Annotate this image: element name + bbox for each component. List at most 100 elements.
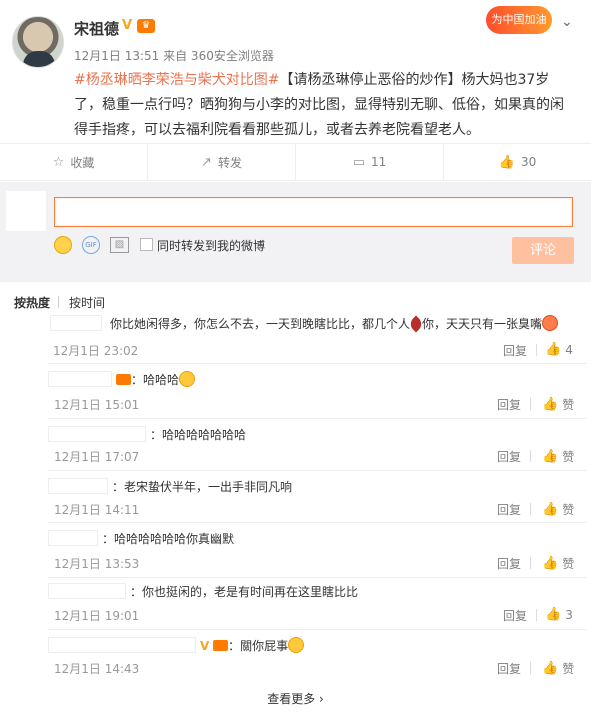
comment-like-count: 赞 <box>562 398 575 412</box>
sort-by-time[interactable]: 按时间 <box>69 294 113 311</box>
comment-like-button[interactable]: 👍 赞 <box>542 555 574 572</box>
comment-text: ：哈哈哈 <box>116 371 196 389</box>
commenter-name[interactable] <box>48 478 108 494</box>
comment-time: 12月1日 14:43 <box>54 662 140 676</box>
comment-time: 12月1日 15:01 <box>54 398 140 412</box>
reply-button[interactable]: 回复 <box>497 501 521 518</box>
commenter-name[interactable] <box>50 315 102 331</box>
comment-input[interactable] <box>54 197 573 227</box>
repost-icon: ↗ <box>201 154 212 170</box>
divider <box>48 470 587 471</box>
post-text: #杨丞琳晒李荣浩与柴犬对比图#【请杨丞琳停止恶俗的炒作】杨大妈也37岁了，稳重一… <box>74 68 574 143</box>
comment-like-button[interactable]: 👍 赞 <box>542 448 574 465</box>
divider <box>530 662 531 674</box>
topic-link[interactable]: #杨丞琳晒李荣浩与柴犬对比图# <box>74 72 279 88</box>
divider <box>48 418 587 419</box>
favorite-label: 收藏 <box>70 155 95 170</box>
repost-button[interactable]: ↗ 转发 <box>148 144 296 180</box>
comment-like-count: 赞 <box>562 450 575 464</box>
thumbs-up-icon: 👍 <box>542 556 559 571</box>
comment-like-count: 3 <box>565 607 573 622</box>
divider <box>48 629 587 630</box>
commenter-name[interactable] <box>48 637 196 653</box>
comment-text-part: 你比她闲得多，你怎么不去，一天到晚瞎比比，都几个人 <box>110 317 411 331</box>
comment-like-button[interactable]: 👍 4 <box>545 342 573 357</box>
see-more-link[interactable]: 查看更多 › <box>0 690 591 707</box>
reply-button[interactable]: 回复 <box>503 342 527 359</box>
divider <box>536 609 537 621</box>
forward-checkbox[interactable] <box>140 238 153 251</box>
thumbs-up-icon: 👍 <box>542 397 559 412</box>
thumbs-up-icon: 👍 <box>542 449 559 464</box>
favorite-button[interactable]: ☆ 收藏 <box>0 144 148 180</box>
comment-button[interactable]: ▭ 11 <box>296 144 444 180</box>
thumbs-up-icon: 👍 <box>545 342 562 357</box>
author-avatar[interactable] <box>12 16 64 68</box>
sort-divider <box>58 296 60 308</box>
comment-text: V ：關你屁事 <box>200 637 305 655</box>
post-meta: 12月1日 13:51 来自 360安全浏览器 <box>74 49 274 63</box>
comment-time: 12月1日 14:11 <box>54 503 140 517</box>
vip-crown-icon <box>213 640 229 651</box>
comment-item: ：你也挺闲的，老是有时间再在这里瞎比比 12月1日 19:01 回复 👍 3 <box>48 583 587 633</box>
chevron-down-icon[interactable]: ⌄ <box>561 14 573 30</box>
comment-text-part: ：哈哈哈 <box>131 373 180 387</box>
comment-like-button[interactable]: 👍 3 <box>545 607 573 622</box>
commenter-name[interactable] <box>48 583 126 599</box>
star-icon: ☆ <box>52 154 65 170</box>
weibo-post: 宋祖德 V ♛ 12月1日 13:51 来自 360安全浏览器 为中国加油 ⌄ … <box>0 0 591 142</box>
comment-item: ：老宋蛰伏半年，一出手非同凡响 12月1日 14:11 回复 👍 赞 <box>48 478 587 528</box>
comment-item: ：哈哈哈 12月1日 15:01 回复 👍 赞 <box>48 371 587 421</box>
divider <box>530 503 531 515</box>
divider <box>530 557 531 569</box>
emoji-icon[interactable] <box>54 236 72 254</box>
thumbs-up-icon: 👍 <box>542 661 559 676</box>
thumbs-up-icon: 👍 <box>545 607 562 622</box>
gif-icon[interactable]: GIF <box>82 236 100 254</box>
my-avatar <box>6 191 46 231</box>
verified-v-icon: V <box>200 639 210 653</box>
author-name[interactable]: 宋祖德 <box>74 18 119 39</box>
comment-like-count: 赞 <box>562 557 575 571</box>
promo-badge[interactable]: 为中国加油 <box>486 6 552 34</box>
thumbs-up-icon: 👍 <box>498 154 515 170</box>
like-count: 30 <box>520 155 537 169</box>
comment-like-count: 赞 <box>562 662 575 676</box>
comment-like-button[interactable]: 👍 赞 <box>542 501 574 518</box>
commenter-name[interactable] <box>48 426 146 442</box>
forward-label: 同时转发到我的微博 <box>157 239 266 253</box>
vip-crown-icon <box>116 374 131 385</box>
comment-icon: ▭ <box>352 154 365 170</box>
reply-button[interactable]: 回复 <box>503 607 527 624</box>
commenter-name[interactable] <box>48 371 112 387</box>
comment-count: 11 <box>371 155 387 169</box>
comment-item: 你比她闲得多，你怎么不去，一天到晚瞎比比，都几个人 你，天天只有一张臭嘴 12月1… <box>12 315 587 365</box>
comment-like-count: 4 <box>565 342 573 357</box>
reply-button[interactable]: 回复 <box>497 396 521 413</box>
sort-by-hot[interactable]: 按热度 <box>14 294 58 311</box>
like-button[interactable]: 👍 30 <box>444 144 591 180</box>
image-icon[interactable]: ▨ <box>110 237 129 253</box>
comment-like-button[interactable]: 👍 赞 <box>542 396 574 413</box>
laughing-emoji-icon <box>179 371 196 387</box>
reply-button[interactable]: 回复 <box>497 660 521 677</box>
thumbs-up-icon: 👍 <box>542 502 559 517</box>
comment-like-button[interactable]: 👍 赞 <box>542 660 574 677</box>
verified-v-icon: V <box>122 18 133 33</box>
repost-label: 转发 <box>217 155 242 170</box>
comment-item: V ：關你屁事 12月1日 14:43 回复 👍 赞 <box>48 637 587 687</box>
submit-comment-button[interactable]: 评论 <box>512 237 574 264</box>
comment-text-part: 你，天天只有一张臭嘴 <box>422 317 543 331</box>
comment-text: ：你也挺闲的，老是有时间再在这里瞎比比 <box>130 585 359 599</box>
comment-text: ：老宋蛰伏半年，一出手非同凡响 <box>112 480 293 494</box>
reply-button[interactable]: 回复 <box>497 555 521 572</box>
angry-emoji-icon <box>542 315 559 331</box>
comment-time: 12月1日 13:53 <box>54 557 140 571</box>
reply-button[interactable]: 回复 <box>497 448 521 465</box>
divider <box>530 398 531 410</box>
commenter-name[interactable] <box>48 530 98 546</box>
comment-text: 你比她闲得多，你怎么不去，一天到晚瞎比比，都几个人 你，天天只有一张臭嘴 <box>110 315 559 333</box>
comment-time: 12月1日 17:07 <box>54 450 140 464</box>
divider <box>48 522 587 523</box>
divider <box>530 450 531 462</box>
